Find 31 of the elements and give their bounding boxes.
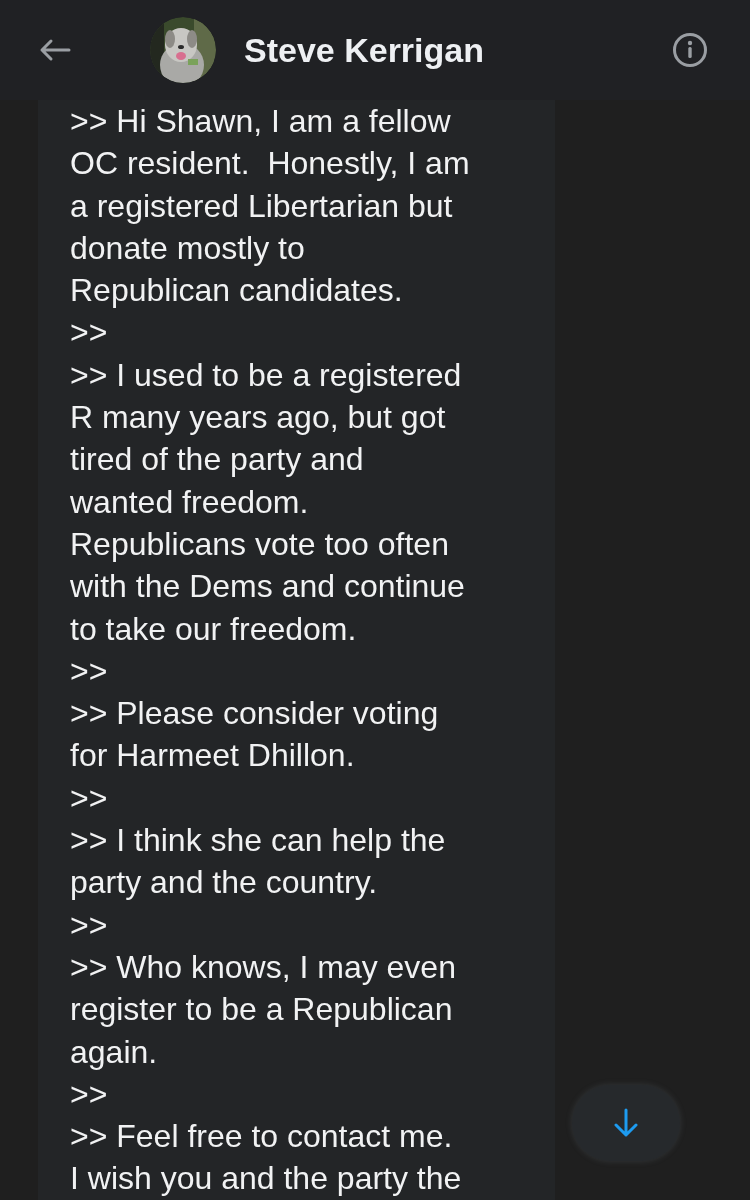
message-line: with the Dems and continue: [70, 567, 466, 607]
message-line: >> Feel free to contact me.: [70, 1117, 454, 1157]
message-line: >>: [70, 778, 109, 818]
back-arrow-icon[interactable]: [39, 38, 71, 62]
message-line: to take our freedom.: [70, 609, 358, 649]
down-arrow-icon: [614, 1108, 638, 1138]
message-line: register to be a Republican: [70, 990, 454, 1030]
message-line: again.: [70, 1032, 159, 1072]
message-line: tired of the party and: [70, 440, 365, 480]
message-line: >> Please consider voting: [70, 694, 440, 734]
message-line: party and the country.: [70, 863, 379, 903]
message-line: >> Hi Shawn, I am a fellow: [70, 102, 452, 141]
message-line: >> I think she can help the: [70, 821, 447, 861]
message-line: a registered Libertarian but: [70, 186, 454, 226]
message-line: I wish you and the party the: [70, 1159, 463, 1199]
message-line: >>: [70, 1074, 109, 1114]
message-line: R many years ago, but got: [70, 398, 447, 438]
message-line: for Harmeet Dhillon.: [70, 736, 356, 776]
message-line: >> Who knows, I may even: [70, 947, 457, 987]
message-line: Republican candidates.: [70, 271, 404, 311]
scroll-down-button[interactable]: [572, 1085, 680, 1161]
info-icon[interactable]: [672, 32, 708, 68]
message-line: >> I used to be a registered: [70, 355, 463, 395]
contact-name: Steve Kerrigan: [244, 30, 484, 70]
message-line: >>: [70, 313, 109, 353]
message-line: >>: [70, 905, 109, 945]
message-line: donate mostly to: [70, 228, 306, 268]
message-line: wanted freedom.: [70, 482, 310, 522]
message-line: Republicans vote too often: [70, 524, 450, 564]
message-line: >>: [70, 651, 109, 691]
message-line: OC resident. Honestly, I am: [70, 144, 471, 184]
